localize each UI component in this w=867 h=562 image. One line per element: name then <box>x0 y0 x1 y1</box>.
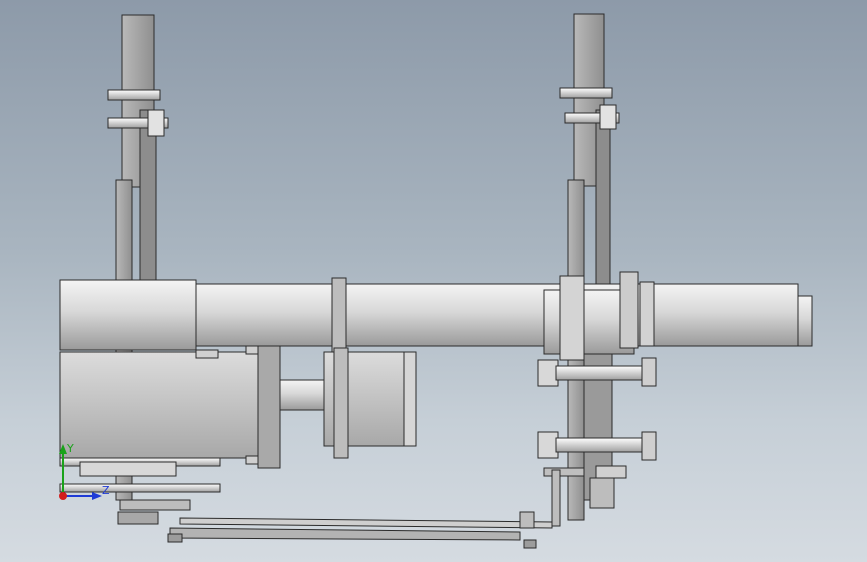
main-shaft[interactable] <box>59 271 813 361</box>
x-axis-label: Z <box>102 484 110 497</box>
y-axis-label: Y <box>66 442 74 455</box>
coordinate-triad-icon: Y Z <box>59 442 110 500</box>
cad-3d-viewport[interactable]: Y Z <box>0 0 867 562</box>
servo-motor[interactable] <box>323 347 417 459</box>
bottom-linkage[interactable] <box>59 457 561 549</box>
assembly-model[interactable] <box>0 0 867 562</box>
z-axis-origin <box>59 492 67 500</box>
